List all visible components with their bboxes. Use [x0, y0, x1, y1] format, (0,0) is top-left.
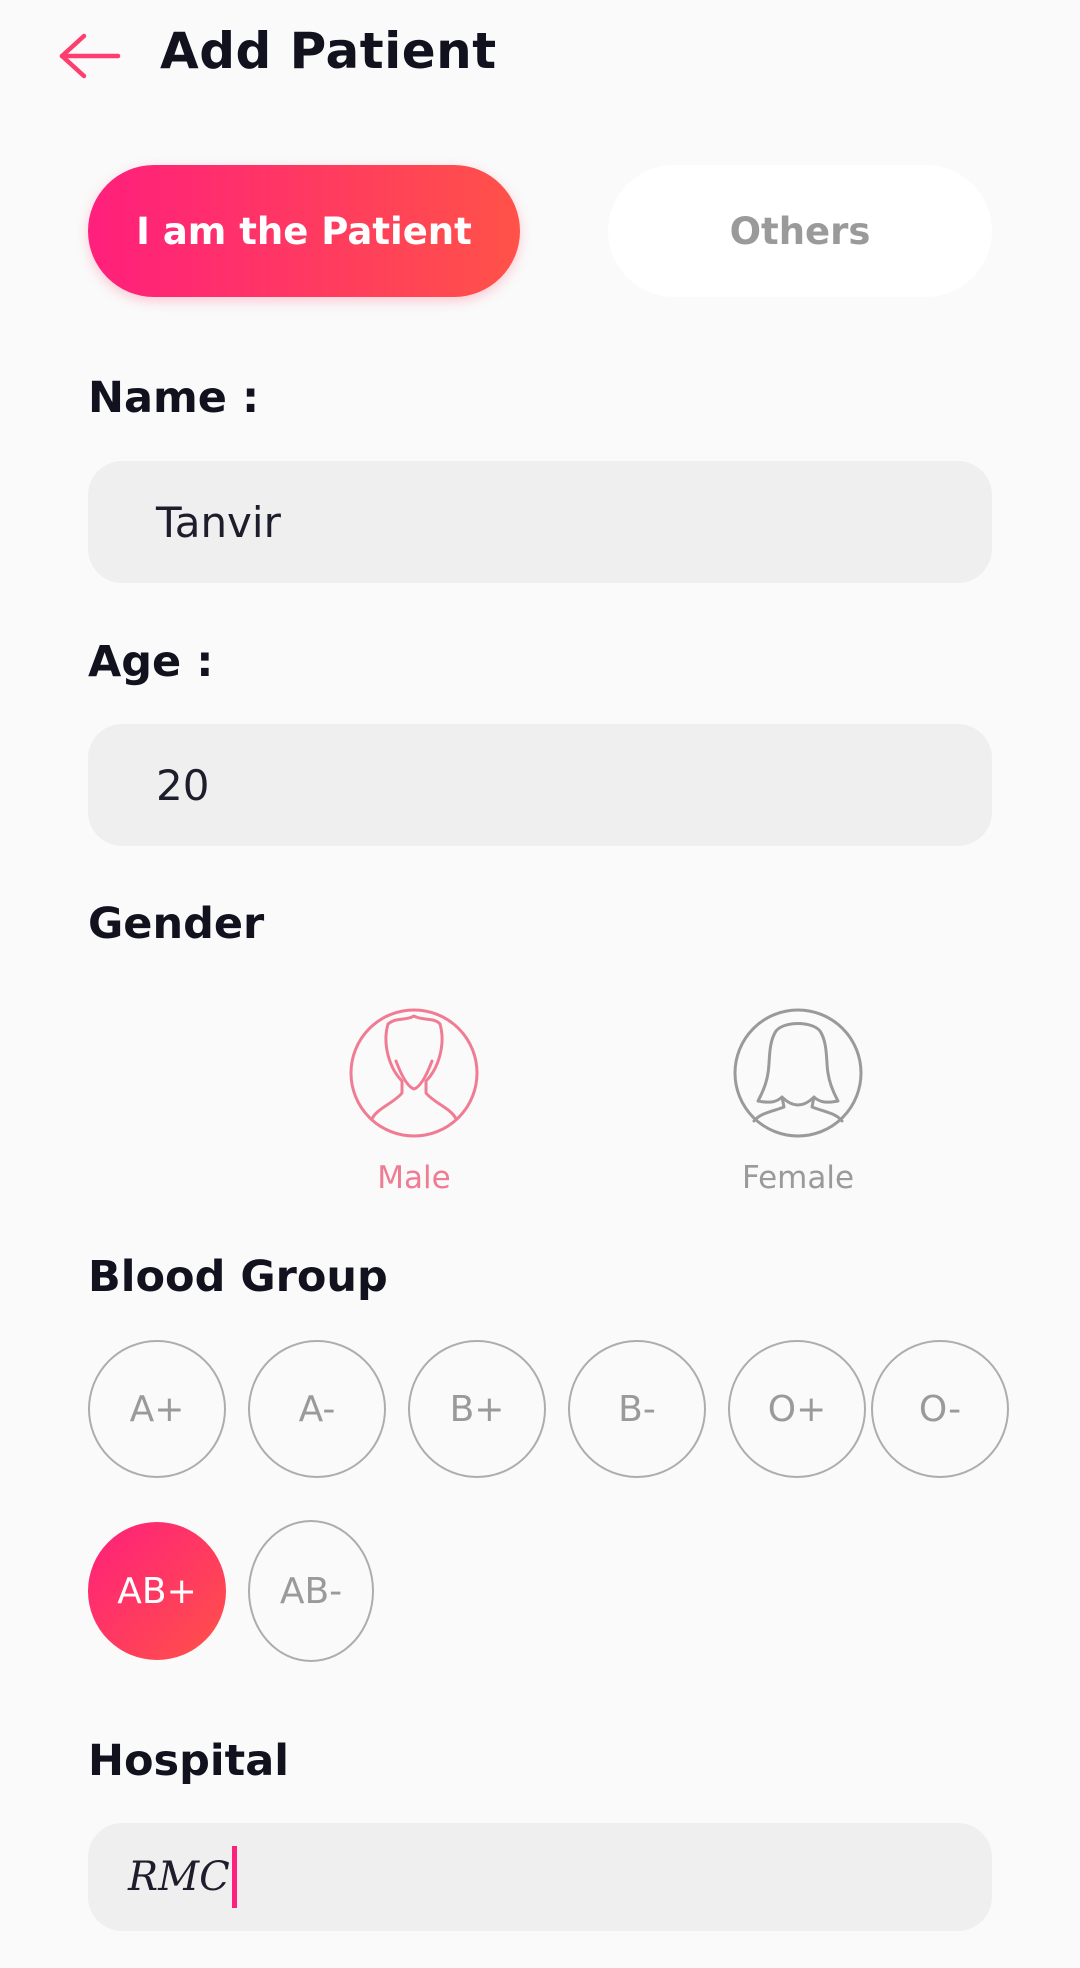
blood-group-ab-pos[interactable]: AB+	[88, 1522, 226, 1660]
hospital-input-value: RMC	[128, 1854, 230, 1900]
hospital-label: Hospital	[88, 1736, 289, 1786]
blood-group-a-pos[interactable]: A+	[88, 1340, 226, 1478]
blood-group-ab-neg[interactable]: AB-	[248, 1520, 374, 1662]
gender-option-female[interactable]	[732, 1007, 864, 1143]
name-input[interactable]: Tanvir	[88, 461, 992, 583]
female-label: Female	[741, 1160, 855, 1196]
gender-label: Gender	[88, 899, 265, 949]
blood-group-a-neg[interactable]: A-	[248, 1340, 386, 1478]
male-avatar-icon	[349, 1008, 479, 1138]
gender-option-male[interactable]	[348, 1007, 480, 1143]
blood-group-b-neg[interactable]: B-	[568, 1340, 706, 1478]
hospital-input[interactable]: RMC	[88, 1823, 992, 1931]
age-input[interactable]: 20	[88, 724, 992, 846]
text-caret	[231, 1846, 237, 1908]
blood-group-o-neg[interactable]: O-	[871, 1340, 1009, 1478]
name-input-value: Tanvir	[156, 497, 281, 547]
blood-group-o-pos[interactable]: O+	[728, 1340, 866, 1478]
arrow-left-icon	[59, 33, 121, 79]
blood-group-label: Blood Group	[88, 1252, 388, 1302]
others-button[interactable]: Others	[608, 165, 992, 297]
i-am-patient-button[interactable]: I am the Patient	[88, 165, 520, 297]
male-label: Male	[377, 1160, 451, 1196]
name-label: Name :	[88, 373, 260, 423]
age-label: Age :	[88, 637, 214, 687]
female-avatar-icon	[733, 1008, 863, 1138]
back-button[interactable]	[56, 30, 128, 82]
age-input-value: 20	[156, 760, 210, 810]
page-title: Add Patient	[160, 22, 497, 80]
blood-group-b-pos[interactable]: B+	[408, 1340, 546, 1478]
